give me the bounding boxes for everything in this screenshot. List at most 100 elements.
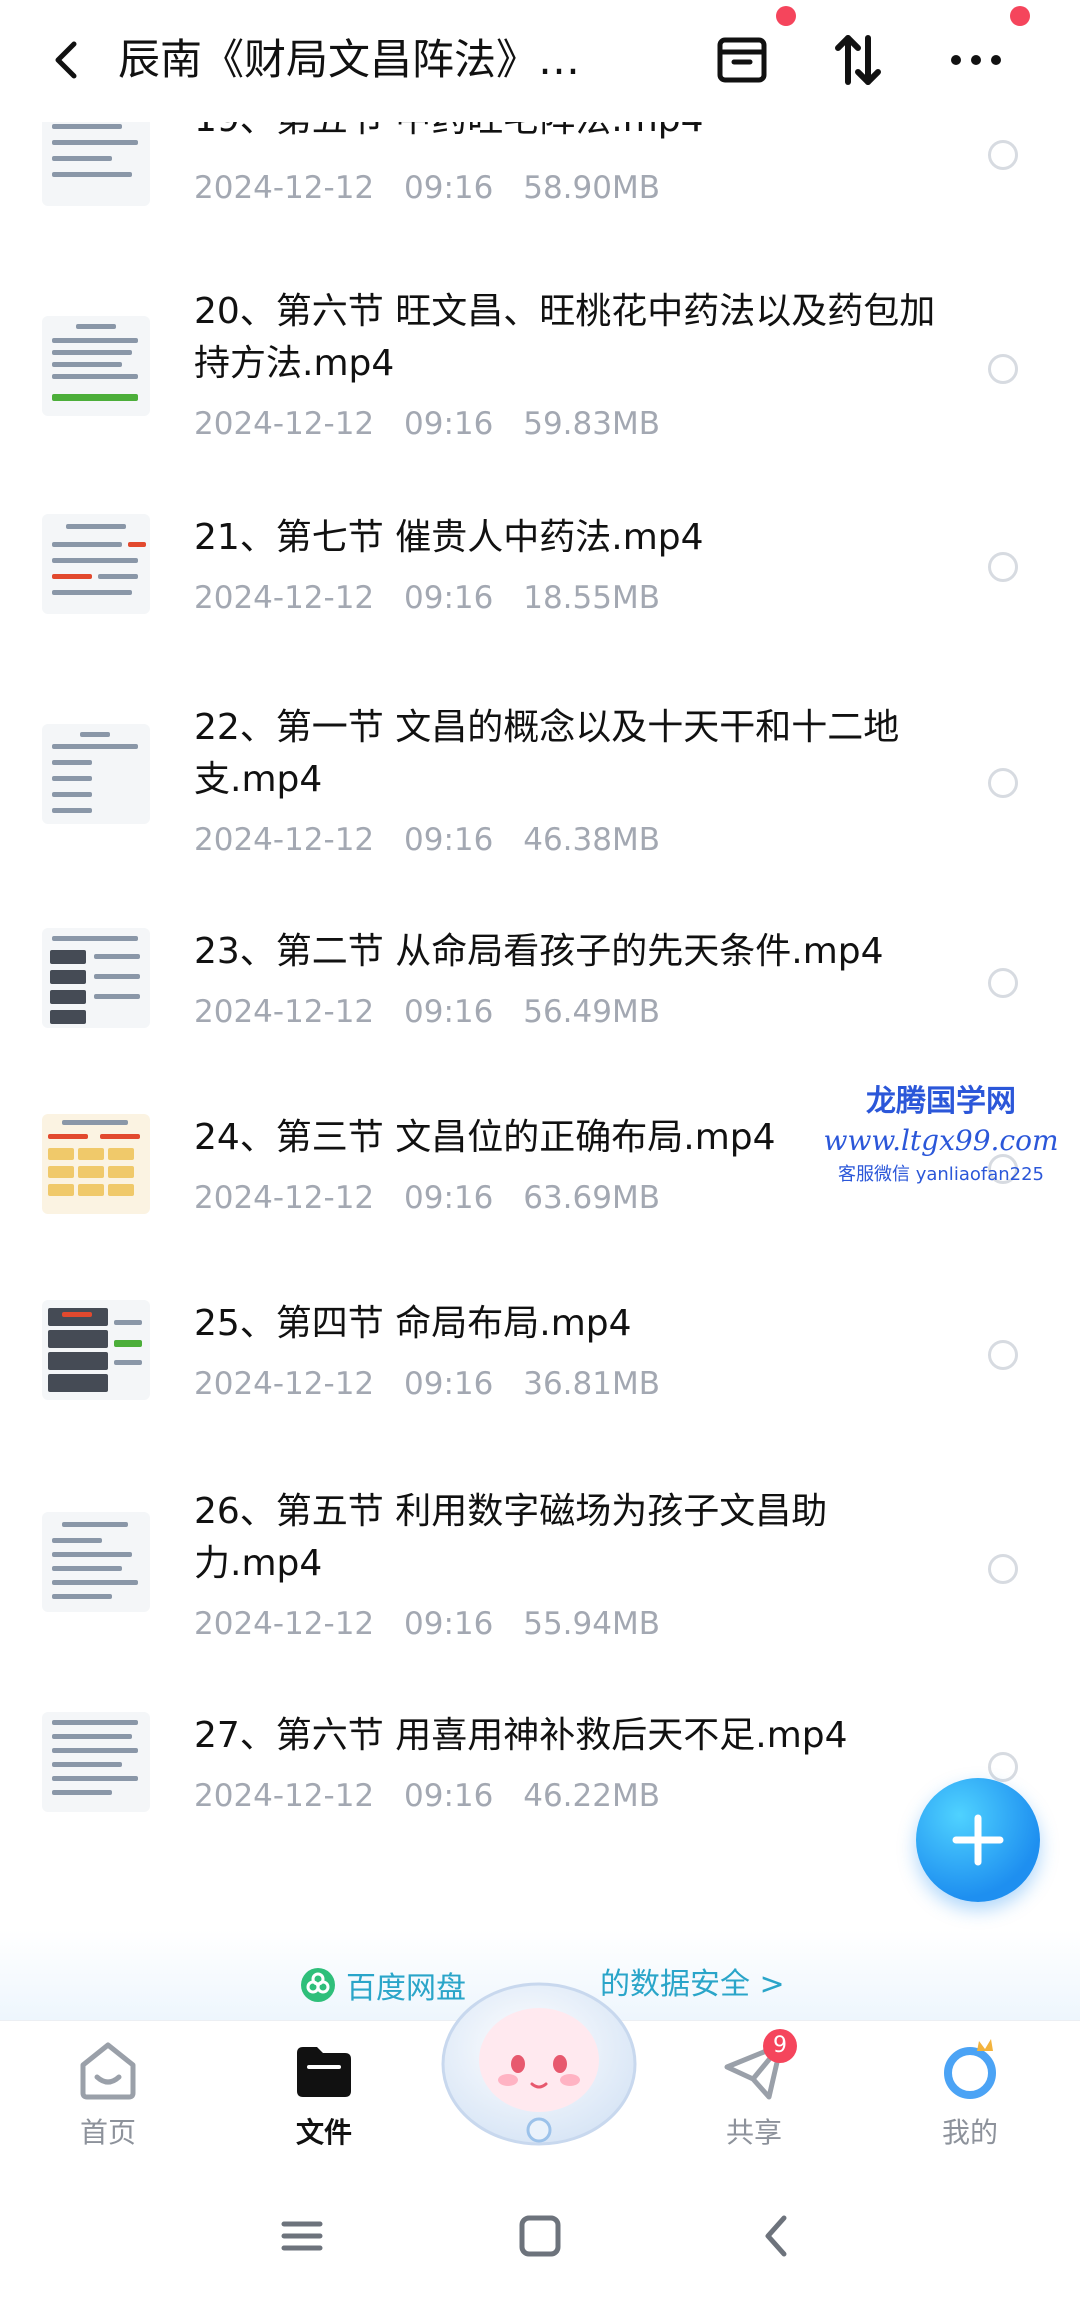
share-badge: 9: [763, 2029, 797, 2063]
file-meta: 2024-12-12 09:16 46.22MB: [194, 1776, 660, 1816]
list-item[interactable]: 20、第六节 旺文昌、旺桃花中药法以及药包加持方法.mp4 2024-12-12…: [0, 286, 1080, 456]
file-meta: 2024-12-12 09:16 56.49MB: [194, 992, 660, 1032]
file-name: 26、第五节 利用数字磁场为孩子文昌助力.mp4: [194, 1491, 828, 1584]
tab-home-label: 首页: [79, 2116, 136, 2149]
file-date: 2024-12-12: [194, 406, 375, 442]
file-name: 22、第一节 文昌的概念以及十天干和十二地支.mp4: [194, 707, 900, 800]
file-size: 59.83MB: [523, 406, 660, 442]
list-item[interactable]: 21、第七节 催贵人中药法.mp4 2024-12-12 09:16 18.55…: [0, 512, 1080, 642]
file-time: 09:16: [404, 822, 494, 858]
list-item[interactable]: 26、第五节 利用数字磁场为孩子文昌助力.mp4 2024-12-12 09:1…: [0, 1486, 1080, 1656]
tab-files-label: 文件: [295, 2116, 352, 2149]
mascot-center-button[interactable]: [436, 1968, 642, 2148]
select-radio[interactable]: [988, 968, 1018, 998]
screen: 19、第五节 中药旺宅阵法.mp4 2024-12-12 09:16 58.90…: [0, 0, 1080, 2302]
tab-profile-label: 我的: [941, 2116, 998, 2149]
video-thumbnail: [42, 724, 150, 824]
file-date: 2024-12-12: [194, 1778, 375, 1814]
file-meta: 2024-12-12 09:16 59.83MB: [194, 404, 660, 444]
file-size: 55.94MB: [523, 1606, 660, 1642]
file-name: 23、第二节 从命局看孩子的先天条件.mp4: [194, 931, 884, 972]
file-date: 2024-12-12: [194, 822, 375, 858]
file-time: 09:16: [404, 170, 494, 206]
video-thumbnail: [42, 1512, 150, 1612]
plus-icon: [952, 1814, 1004, 1866]
list-item[interactable]: 25、第四节 命局布局.mp4 2024-12-12 09:16 36.81MB: [0, 1300, 1080, 1430]
file-date: 2024-12-12: [194, 170, 375, 206]
file-name: 25、第四节 命局布局.mp4: [194, 1303, 632, 1344]
list-item[interactable]: 22、第一节 文昌的概念以及十天干和十二地支.mp4 2024-12-12 09…: [0, 702, 1080, 872]
watermark-brand: 龙腾国学网: [866, 1084, 1016, 1119]
more-icon: [951, 55, 1001, 65]
video-thumbnail: [42, 1712, 150, 1812]
video-thumbnail: [42, 1114, 150, 1214]
archive-button[interactable]: [710, 28, 774, 92]
file-time: 09:16: [404, 580, 494, 616]
file-time: 09:16: [404, 1778, 494, 1814]
back-system-button[interactable]: [748, 2206, 808, 2266]
file-date: 2024-12-12: [194, 580, 375, 616]
file-meta: 2024-12-12 09:16 18.55MB: [194, 578, 660, 618]
file-size: 18.55MB: [523, 580, 660, 616]
mascot-icon: [441, 1982, 637, 2146]
file-time: 09:16: [404, 994, 494, 1030]
select-radio[interactable]: [988, 1554, 1018, 1584]
select-radio[interactable]: [988, 768, 1018, 798]
notification-dot: [1010, 6, 1030, 26]
top-bar: 辰南《财局文昌阵法》…: [0, 0, 1080, 122]
more-button[interactable]: [944, 28, 1008, 92]
file-time: 09:16: [404, 1606, 494, 1642]
file-size: 46.38MB: [523, 822, 660, 858]
file-size: 63.69MB: [523, 1180, 660, 1216]
home-system-button[interactable]: [510, 2206, 570, 2266]
back-button[interactable]: [38, 30, 98, 90]
select-radio[interactable]: [988, 140, 1018, 170]
page-title: 辰南《财局文昌阵法》…: [118, 35, 581, 84]
file-size: 58.90MB: [523, 170, 660, 206]
video-thumbnail: [42, 1300, 150, 1400]
archive-icon: [717, 37, 767, 83]
tab-share[interactable]: 9 共享: [684, 2029, 824, 2165]
home-icon: [80, 2042, 136, 2100]
tab-home[interactable]: 首页: [38, 2035, 178, 2165]
select-radio[interactable]: [988, 354, 1018, 384]
chevron-left-icon: [765, 2215, 787, 2257]
file-name: 21、第七节 催贵人中药法.mp4: [194, 517, 704, 558]
sort-icon: [835, 35, 881, 85]
file-date: 2024-12-12: [194, 1180, 375, 1216]
file-meta: 2024-12-12 09:16 36.81MB: [194, 1364, 660, 1404]
file-time: 09:16: [404, 1180, 494, 1216]
file-date: 2024-12-12: [194, 1606, 375, 1642]
notification-dot: [776, 6, 796, 26]
recents-button[interactable]: [272, 2206, 332, 2266]
file-name: 27、第六节 用喜用神补救后天不足.mp4: [194, 1715, 848, 1756]
file-size: 56.49MB: [523, 994, 660, 1030]
list-item[interactable]: 23、第二节 从命局看孩子的先天条件.mp4 2024-12-12 09:16 …: [0, 928, 1080, 1058]
select-radio[interactable]: [988, 1340, 1018, 1370]
system-nav-bar: [0, 2170, 1080, 2302]
file-time: 09:16: [404, 1366, 494, 1402]
video-thumbnail: [42, 316, 150, 416]
tab-profile[interactable]: 我的: [900, 2035, 1040, 2165]
file-date: 2024-12-12: [194, 1366, 375, 1402]
watermark-url: www.ltgx99.com: [823, 1124, 1059, 1157]
square-icon: [519, 2215, 561, 2257]
select-radio[interactable]: [988, 1752, 1018, 1782]
tab-share-label: 共享: [725, 2116, 782, 2149]
file-size: 46.22MB: [523, 1778, 660, 1814]
file-time: 09:16: [404, 406, 494, 442]
file-name: 20、第六节 旺文昌、旺桃花中药法以及药包加持方法.mp4: [194, 291, 936, 384]
folder-icon: [297, 2047, 351, 2097]
watermark-contact: 客服微信 yanliaofan225: [838, 1164, 1044, 1185]
tab-files[interactable]: 文件: [254, 2035, 394, 2165]
profile-icon: [944, 2039, 996, 2099]
select-radio[interactable]: [988, 552, 1018, 582]
video-thumbnail: [42, 514, 150, 614]
add-button[interactable]: [916, 1778, 1040, 1902]
file-date: 2024-12-12: [194, 994, 375, 1030]
file-meta: 2024-12-12 09:16 55.94MB: [194, 1604, 660, 1644]
menu-icon: [281, 2221, 323, 2251]
file-meta: 2024-12-12 09:16 58.90MB: [194, 168, 660, 208]
video-thumbnail: [42, 928, 150, 1028]
sort-button[interactable]: [826, 28, 890, 92]
